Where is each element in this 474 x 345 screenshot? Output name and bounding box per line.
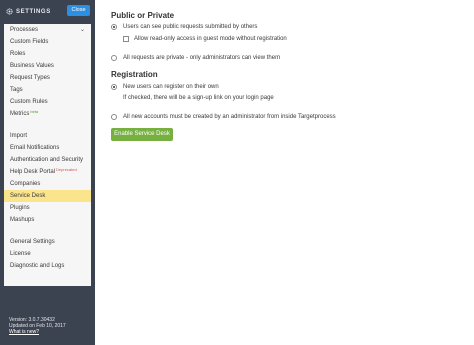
- menu-item-label: Email Notifications: [10, 145, 60, 151]
- menu-item-companies[interactable]: Companies: [4, 178, 91, 190]
- public-private-heading: Public or Private: [111, 11, 175, 20]
- settings-menu: Processes ⌄ Custom Fields Roles Business…: [4, 24, 91, 286]
- menu-item-label: Service Desk: [10, 193, 46, 199]
- menu-item-mashups[interactable]: Mashups: [4, 214, 91, 226]
- menu-item-label: Plugins: [10, 205, 30, 211]
- admin-registration-label: All new accounts must be created by an a…: [123, 114, 336, 120]
- menu-item-request-types[interactable]: Request Types: [4, 72, 91, 84]
- registration-heading: Registration: [111, 70, 158, 79]
- public-requests-radio[interactable]: [111, 24, 117, 30]
- menu-item-import[interactable]: Import: [4, 130, 91, 142]
- deprecated-badge: Deprecated: [56, 167, 77, 172]
- menu-item-label: Help Desk Portal: [10, 169, 56, 175]
- guest-access-checkbox[interactable]: [123, 36, 129, 42]
- menu-item-label: Metrics: [10, 111, 30, 117]
- menu-item-label: Import: [10, 133, 28, 139]
- menu-item-business-values[interactable]: Business Values: [4, 60, 91, 72]
- menu-item-general-settings[interactable]: General Settings: [4, 236, 91, 248]
- menu-item-license[interactable]: License: [4, 248, 91, 260]
- service-desk-settings: Public or Private Users can see public r…: [111, 0, 471, 345]
- menu-item-roles[interactable]: Roles: [4, 48, 91, 60]
- menu-item-label: Authentication and Security: [10, 157, 84, 163]
- menu-item-label: Companies: [10, 181, 41, 187]
- menu-item-label: Business Values: [10, 63, 54, 69]
- self-registration-option[interactable]: New users can register on their own: [111, 82, 219, 92]
- whats-new-link[interactable]: What is new?: [9, 329, 39, 335]
- private-requests-option[interactable]: All requests are private - only administ…: [111, 53, 280, 63]
- menu-item-label: License: [10, 251, 31, 257]
- close-button[interactable]: Close: [67, 5, 90, 16]
- guest-access-label: Allow read-only access in guest mode wit…: [134, 36, 287, 42]
- sidebar-header: SETTINGS Close: [0, 0, 95, 22]
- menu-item-label: General Settings: [10, 239, 55, 245]
- menu-item-label: Diagnostic and Logs: [10, 263, 65, 269]
- version-info: Version: 3.0.7.30432 Updated on Feb 10, …: [9, 317, 93, 335]
- menu-item-label: Tags: [10, 87, 23, 93]
- menu-item-metrics[interactable]: Metricsbeta: [4, 108, 91, 120]
- admin-registration-option[interactable]: All new accounts must be created by an a…: [111, 112, 336, 122]
- public-requests-option[interactable]: Users can see public requests submitted …: [111, 22, 257, 32]
- beta-badge: beta: [30, 109, 39, 114]
- settings-sidebar: SETTINGS Close Processes ⌄ Custom Fields…: [0, 0, 95, 345]
- menu-item-label: Roles: [10, 51, 26, 57]
- gear-icon: [6, 8, 13, 15]
- menu-item-label: Custom Rules: [10, 99, 48, 105]
- private-requests-label: All requests are private - only administ…: [123, 55, 281, 61]
- chevron-down-icon: ⌄: [79, 27, 85, 33]
- menu-item-tags[interactable]: Tags: [4, 84, 91, 96]
- menu-item-custom-rules[interactable]: Custom Rules: [4, 96, 91, 108]
- self-registration-radio[interactable]: [111, 84, 117, 90]
- menu-item-email-notifications[interactable]: Email Notifications: [4, 142, 91, 154]
- menu-item-label: Mashups: [10, 217, 35, 223]
- public-requests-label: Users can see public requests submitted …: [123, 24, 258, 30]
- menu-item-label: Processes: [10, 27, 39, 33]
- registration-hint: If checked, there will be a sign-up link…: [123, 95, 274, 101]
- menu-item-label: Request Types: [10, 75, 50, 81]
- menu-item-service-desk[interactable]: Service Desk: [4, 190, 91, 202]
- menu-item-custom-fields[interactable]: Custom Fields: [4, 36, 91, 48]
- settings-title: SETTINGS: [6, 7, 51, 16]
- menu-item-processes[interactable]: Processes ⌄: [4, 24, 91, 36]
- admin-registration-radio[interactable]: [111, 114, 117, 120]
- guest-access-option[interactable]: Allow read-only access in guest mode wit…: [123, 34, 287, 44]
- settings-title-text: SETTINGS: [16, 8, 51, 15]
- private-requests-radio[interactable]: [111, 55, 117, 61]
- self-registration-label: New users can register on their own: [123, 84, 219, 90]
- menu-item-plugins[interactable]: Plugins: [4, 202, 91, 214]
- enable-service-desk-button[interactable]: Enable Service Desk: [111, 128, 173, 141]
- menu-item-label: Custom Fields: [10, 39, 49, 45]
- menu-item-diagnostic-logs[interactable]: Diagnostic and Logs: [4, 260, 91, 272]
- menu-item-help-desk-portal[interactable]: Help Desk PortalDeprecated: [4, 166, 91, 178]
- menu-item-authentication-security[interactable]: Authentication and Security: [4, 154, 91, 166]
